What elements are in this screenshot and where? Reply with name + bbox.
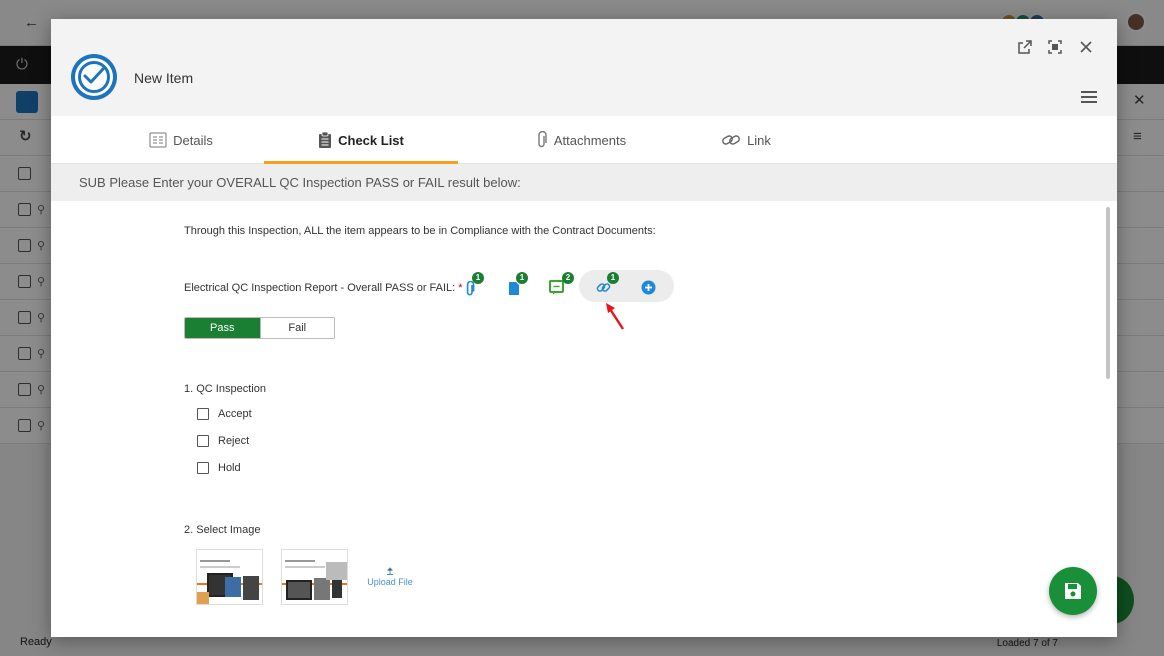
tab-details[interactable]: Details [106, 116, 256, 164]
document-counter[interactable]: 1 [508, 272, 528, 301]
plus-circle-icon [641, 280, 656, 295]
accept-checkbox[interactable] [197, 408, 209, 420]
hold-checkbox[interactable] [197, 462, 209, 474]
attachment-counter[interactable]: 1 [465, 272, 484, 302]
add-link-button[interactable] [641, 280, 656, 300]
accept-label: Accept [218, 408, 252, 420]
reject-label: Reject [218, 435, 250, 447]
image-thumbnail[interactable] [281, 549, 348, 605]
close-icon[interactable] [1078, 39, 1094, 55]
app-logo-icon [71, 54, 117, 100]
clipboard-icon [319, 131, 332, 148]
save-button[interactable] [1049, 567, 1097, 615]
hold-label: Hold [218, 462, 241, 474]
annotation-arrow-icon [606, 303, 625, 330]
qc-inspection-title: 1. QC Inspection [184, 383, 266, 395]
reject-checkbox[interactable] [197, 435, 209, 447]
tab-link[interactable]: Link [691, 116, 801, 164]
link-action-group [579, 270, 674, 302]
tab-label: Link [747, 132, 771, 148]
fullscreen-icon[interactable] [1047, 39, 1063, 55]
link-icon [722, 135, 740, 145]
link-counter[interactable]: 1 [596, 272, 619, 300]
upload-icon [387, 567, 393, 575]
required-marker: * [458, 282, 463, 294]
question-text: Electrical QC Inspection Report - Overal… [184, 282, 456, 294]
pass-fail-toggle: Pass Fail [184, 317, 335, 339]
tab-bar: Details Check List Attachments Link [51, 116, 1117, 164]
paperclip-icon [538, 131, 547, 148]
modal-header: New Item [51, 19, 1117, 116]
comment-icon [549, 280, 564, 295]
modal-title: New Item [134, 70, 194, 86]
section-banner: SUB Please Enter your OVERALL QC Inspect… [51, 164, 1117, 201]
details-list-icon [149, 132, 167, 148]
upload-file-label: Upload File [367, 577, 413, 587]
content-scrollbar[interactable] [1106, 207, 1110, 379]
compliance-text: Through this Inspection, ALL the item ap… [184, 225, 656, 237]
question-label: Electrical QC Inspection Report - Overal… [184, 282, 463, 294]
open-external-icon[interactable] [1017, 39, 1033, 55]
tab-label: Check List [338, 132, 404, 148]
attachment-count-badge: 1 [472, 272, 484, 284]
tab-attachments[interactable]: Attachments [491, 116, 671, 164]
upload-file-button[interactable]: Upload File [366, 567, 414, 587]
pass-option-button[interactable]: Pass [185, 318, 260, 338]
fail-option-button[interactable]: Fail [259, 318, 334, 338]
paperclip-icon [466, 280, 475, 296]
tab-check-list[interactable]: Check List [264, 116, 458, 164]
comment-count-badge: 2 [562, 272, 574, 284]
comment-counter[interactable]: 2 [549, 272, 574, 300]
link-count-badge: 1 [607, 272, 619, 284]
floppy-disk-icon [1065, 583, 1081, 599]
document-count-badge: 1 [516, 272, 528, 284]
tab-label: Details [173, 132, 213, 148]
image-thumbnail[interactable] [196, 549, 263, 605]
tab-label: Attachments [553, 132, 627, 148]
select-image-title: 2. Select Image [184, 524, 261, 536]
new-item-modal: New Item Details Check List Attachments … [51, 19, 1117, 637]
menu-icon[interactable] [1081, 91, 1097, 105]
